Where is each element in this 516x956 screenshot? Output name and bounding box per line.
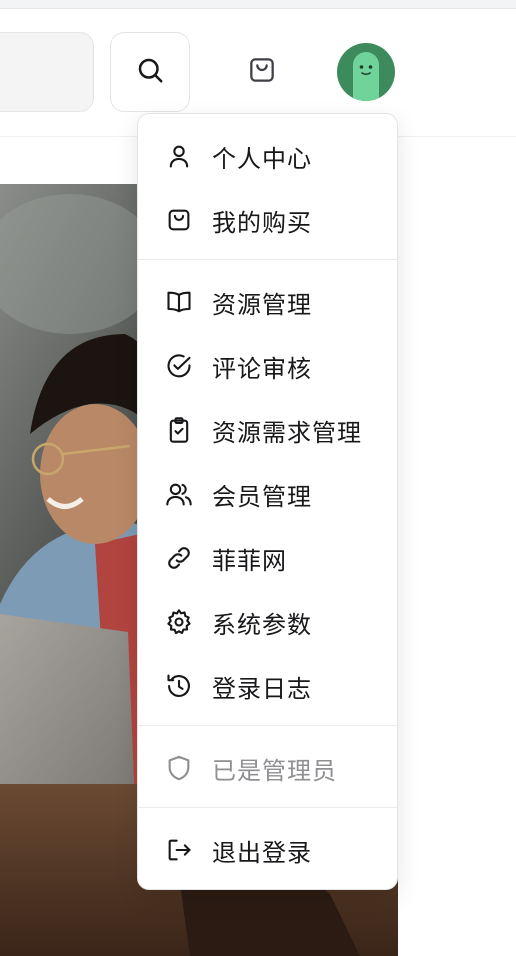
clipboard-check-icon bbox=[163, 414, 195, 446]
menu-item-label: 菲菲网 bbox=[212, 546, 287, 575]
check-circle-icon bbox=[163, 350, 195, 382]
menu-item-label: 会员管理 bbox=[212, 482, 312, 511]
menu-item-my-purchases[interactable]: 我的购买 bbox=[138, 192, 397, 248]
user-icon bbox=[163, 140, 195, 172]
book-open-icon bbox=[163, 286, 195, 318]
history-icon bbox=[163, 670, 195, 702]
menu-item-system-settings[interactable]: 系统参数 bbox=[138, 594, 397, 650]
top-bar bbox=[0, 0, 516, 9]
menu-item-admin-status: 已是管理员 bbox=[138, 740, 397, 796]
menu-item-label: 个人中心 bbox=[212, 144, 312, 173]
menu-item-label: 评论审核 bbox=[212, 354, 312, 383]
user-dropdown-menu: 个人中心 我的购买 资源管理 评论审核 资源需求管理 会员管理 菲菲网 系统参数… bbox=[137, 113, 398, 890]
menu-item-label: 系统参数 bbox=[212, 610, 312, 639]
menu-item-member-management[interactable]: 会员管理 bbox=[138, 466, 397, 522]
shopping-bag-icon bbox=[246, 54, 278, 90]
search-icon bbox=[135, 55, 165, 89]
menu-item-label: 资源需求管理 bbox=[212, 418, 362, 447]
search-input[interactable] bbox=[0, 32, 94, 112]
cart-button[interactable] bbox=[232, 42, 292, 102]
menu-item-comment-review[interactable]: 评论审核 bbox=[138, 338, 397, 394]
menu-divider bbox=[138, 725, 397, 726]
shopping-bag-icon bbox=[163, 204, 195, 236]
menu-item-label: 退出登录 bbox=[212, 838, 312, 867]
menu-item-login-log[interactable]: 登录日志 bbox=[138, 658, 397, 714]
user-avatar[interactable] bbox=[337, 43, 395, 101]
menu-item-resource-management[interactable]: 资源管理 bbox=[138, 274, 397, 330]
menu-item-profile[interactable]: 个人中心 bbox=[138, 128, 397, 184]
menu-item-label: 我的购买 bbox=[212, 208, 312, 237]
users-icon bbox=[163, 478, 195, 510]
menu-item-logout[interactable]: 退出登录 bbox=[138, 822, 397, 878]
menu-divider bbox=[138, 807, 397, 808]
logout-icon bbox=[163, 834, 195, 866]
search-button[interactable] bbox=[110, 32, 190, 112]
menu-item-label: 已是管理员 bbox=[212, 756, 337, 785]
menu-item-feifei-link[interactable]: 菲菲网 bbox=[138, 530, 397, 586]
menu-item-resource-requests[interactable]: 资源需求管理 bbox=[138, 402, 397, 458]
menu-item-label: 登录日志 bbox=[212, 674, 312, 703]
menu-item-label: 资源管理 bbox=[212, 290, 312, 319]
menu-divider bbox=[138, 259, 397, 260]
gear-icon bbox=[163, 606, 195, 638]
robot-avatar-icon bbox=[353, 52, 379, 101]
shield-icon bbox=[163, 752, 195, 784]
link-icon bbox=[163, 542, 195, 574]
